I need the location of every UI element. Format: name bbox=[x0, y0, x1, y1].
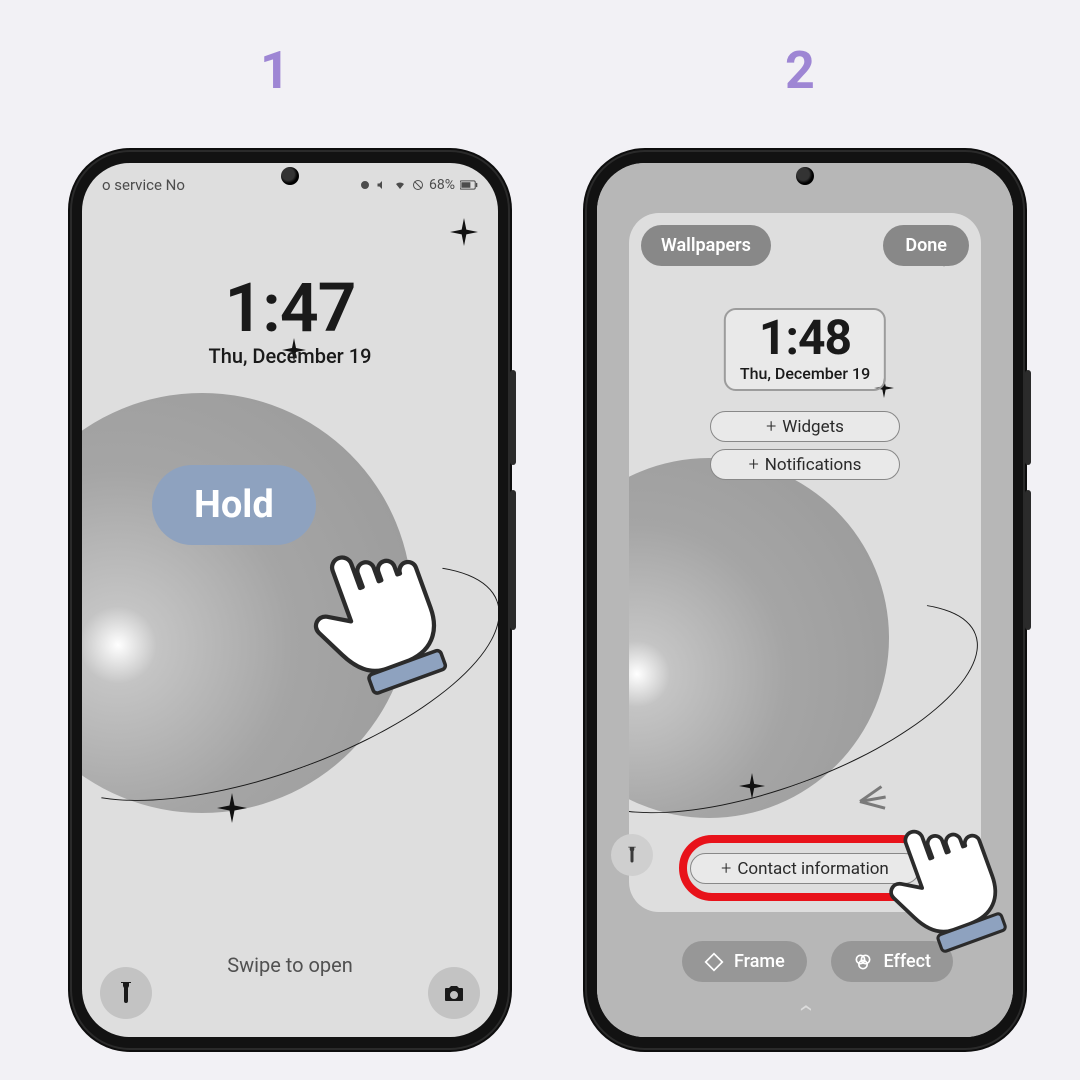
wallpapers-button[interactable]: Wallpapers bbox=[641, 225, 771, 266]
add-widgets-label: Widgets bbox=[782, 417, 844, 437]
plus-icon: + bbox=[749, 454, 759, 475]
sparkle-icon bbox=[450, 218, 478, 246]
lock-date: Thu, December 19 bbox=[740, 364, 870, 383]
no-data-icon bbox=[412, 179, 424, 191]
lock-time: 1:48 bbox=[740, 314, 870, 362]
flashlight-shortcut[interactable] bbox=[611, 834, 653, 876]
pointer-hand-icon bbox=[292, 533, 462, 707]
frame-icon bbox=[704, 952, 724, 972]
lock-screen[interactable]: o service No 68% 1:47 Thu, December 19 H… bbox=[82, 163, 498, 1037]
add-notifications-label: Notifications bbox=[765, 455, 862, 475]
lock-time: 1:47 bbox=[82, 268, 498, 348]
done-button[interactable]: Done bbox=[883, 225, 969, 266]
phone-frame-1: o service No 68% 1:47 Thu, December 19 H… bbox=[70, 150, 510, 1050]
battery-percent: 68% bbox=[429, 177, 455, 193]
lock-clock: 1:47 Thu, December 19 bbox=[82, 268, 498, 368]
frame-tool-button[interactable]: Frame bbox=[682, 941, 807, 982]
alarm-icon bbox=[359, 179, 371, 191]
add-notifications-button[interactable]: + Notifications bbox=[710, 449, 900, 480]
frame-label: Frame bbox=[734, 951, 785, 972]
wifi-icon bbox=[393, 179, 407, 191]
carrier-text: o service No bbox=[102, 176, 185, 194]
mute-icon bbox=[376, 179, 388, 191]
lockscreen-preview-card[interactable]: Wallpapers Done 1:48 Thu, December 19 + … bbox=[629, 213, 981, 912]
pointer-hand-icon bbox=[870, 810, 1020, 964]
step-number-1: 1 bbox=[260, 40, 290, 101]
status-icons: 68% bbox=[359, 177, 478, 193]
battery-icon bbox=[460, 179, 478, 191]
sparkle-icon bbox=[739, 773, 765, 799]
add-widgets-button[interactable]: + Widgets bbox=[710, 411, 900, 442]
plus-icon: + bbox=[766, 416, 776, 437]
lock-date: Thu, December 19 bbox=[82, 344, 498, 368]
sparkle-icon bbox=[217, 793, 247, 823]
front-camera bbox=[281, 167, 299, 185]
clock-widget[interactable]: 1:48 Thu, December 19 bbox=[724, 308, 886, 391]
flashlight-button[interactable] bbox=[100, 967, 152, 1019]
camera-button[interactable] bbox=[428, 967, 480, 1019]
front-camera bbox=[796, 167, 814, 185]
step-number-2: 2 bbox=[785, 40, 815, 101]
chevron-icon: › bbox=[790, 1004, 820, 1012]
